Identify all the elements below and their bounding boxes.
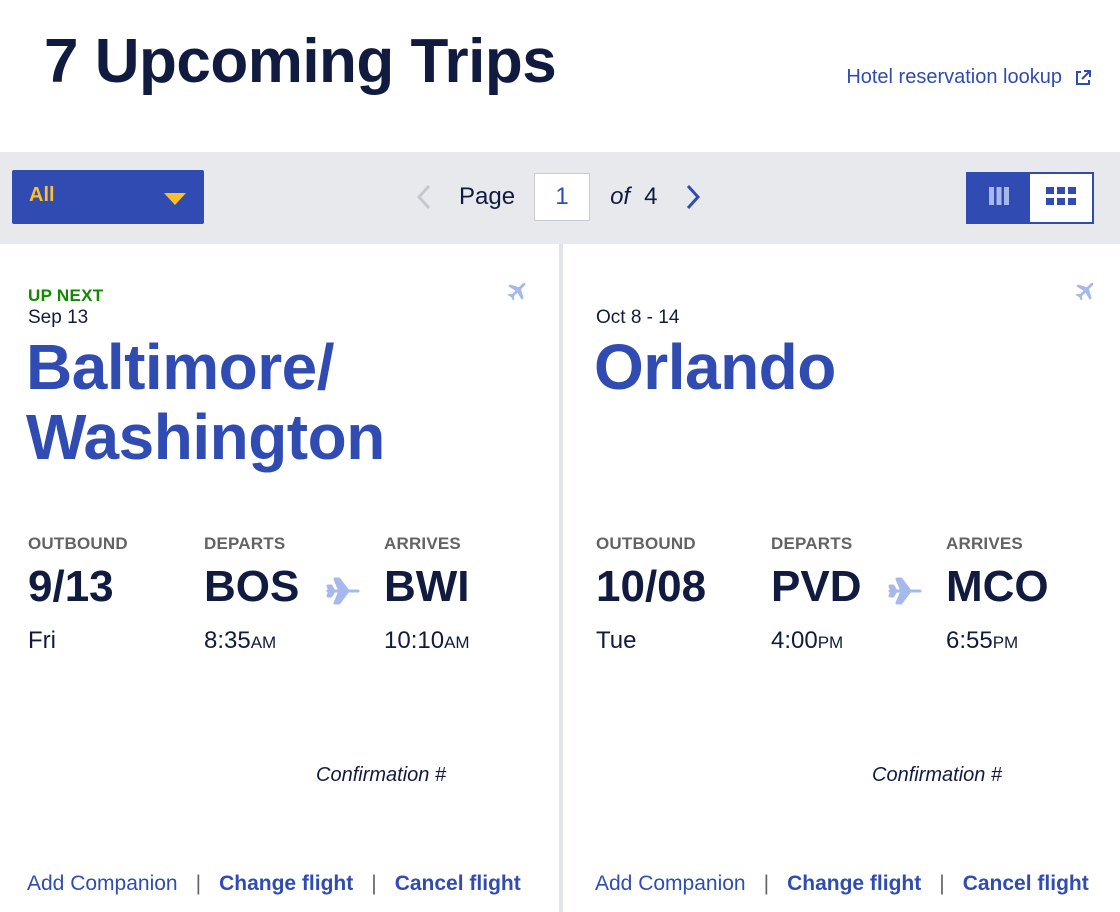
trip-destination: Baltimore/ Washington: [26, 332, 506, 472]
chevron-left-icon: [414, 183, 434, 211]
trips-toolbar: All Page of 4: [0, 152, 1120, 244]
flight-day: Tue: [596, 627, 637, 654]
page-title: 7 Upcoming Trips: [44, 27, 557, 96]
flight-day: Fri: [28, 627, 56, 654]
separator: |: [939, 872, 945, 895]
hotel-reservation-lookup-link[interactable]: Hotel reservation lookup: [846, 66, 1092, 89]
destination-line: Orlando: [594, 331, 836, 403]
outbound-label: OUTBOUND: [596, 534, 696, 553]
plane-icon: [888, 576, 924, 606]
plane-icon: [505, 280, 529, 304]
trip-actions: Add Companion | Change flight | Cancel f…: [27, 872, 521, 896]
add-companion-link[interactable]: Add Companion: [595, 872, 746, 896]
hotel-link-label: Hotel reservation lookup: [846, 66, 1062, 88]
total-pages: 4: [644, 183, 658, 210]
arrive-ampm: PM: [992, 633, 1019, 652]
depart-ampm: PM: [817, 633, 844, 652]
external-link-icon: [1074, 69, 1092, 87]
destination-line: Washington: [26, 401, 385, 473]
arrive-time: 10:10AM: [384, 627, 470, 655]
outbound-label: OUTBOUND: [28, 534, 128, 553]
page-label: Page: [459, 183, 516, 210]
trip-cards: UP NEXT Sep 13 Baltimore/ Washington OUT…: [0, 244, 1120, 912]
trip-date-range: Sep 13: [28, 307, 89, 328]
destination-airport: MCO: [946, 562, 1049, 611]
origin-airport: PVD: [771, 562, 862, 611]
arrives-label: ARRIVES: [946, 534, 1023, 553]
arrive-time-value: 6:55: [946, 627, 993, 654]
grid-view-icon: [1046, 186, 1076, 211]
pagination: Page of 4: [414, 170, 703, 224]
depart-ampm: AM: [250, 633, 277, 652]
flight-date: 9/13: [28, 562, 114, 611]
confirmation-label: Confirmation #: [316, 764, 447, 786]
separator: |: [371, 872, 377, 895]
destination-airport: BWI: [384, 562, 470, 611]
list-view-button[interactable]: [968, 174, 1030, 222]
cancel-flight-link[interactable]: Cancel flight: [395, 872, 521, 896]
arrive-ampm: AM: [444, 633, 470, 652]
destination-line: Baltimore/: [26, 331, 334, 403]
flight-date: 10/08: [596, 562, 707, 611]
of-label: of: [610, 183, 631, 210]
trip-card: UP NEXT Sep 13 Baltimore/ Washington OUT…: [0, 244, 559, 912]
departs-label: DEPARTS: [771, 534, 853, 553]
trip-filter-value: All: [29, 184, 55, 206]
confirmation-label: Confirmation #: [872, 764, 1003, 786]
depart-time: 8:35AM: [204, 627, 276, 655]
add-companion-link[interactable]: Add Companion: [27, 872, 178, 896]
origin-airport: BOS: [204, 562, 300, 611]
change-flight-link[interactable]: Change flight: [219, 872, 353, 896]
arrive-time: 6:55PM: [946, 627, 1018, 655]
trip-destination: Orlando: [594, 332, 1074, 402]
departs-label: DEPARTS: [204, 534, 286, 553]
chevron-right-icon[interactable]: [683, 183, 703, 211]
trip-actions: Add Companion | Change flight | Cancel f…: [595, 872, 1089, 896]
depart-time-value: 8:35: [204, 627, 251, 654]
list-view-icon: [988, 186, 1010, 211]
chevron-down-icon: [164, 192, 186, 205]
arrives-label: ARRIVES: [384, 534, 461, 553]
separator: |: [195, 872, 202, 895]
cancel-flight-link[interactable]: Cancel flight: [963, 872, 1089, 896]
trip-filter-select[interactable]: All: [12, 170, 204, 224]
separator: |: [763, 872, 770, 895]
depart-time-value: 4:00: [771, 627, 818, 654]
trip-card: Oct 8 - 14 Orlando OUTBOUND DEPARTS ARRI…: [563, 244, 1120, 912]
view-toggle: [966, 172, 1094, 224]
arrive-time-value: 10:10: [384, 627, 445, 654]
depart-time: 4:00PM: [771, 627, 843, 655]
change-flight-link[interactable]: Change flight: [787, 872, 921, 896]
page-number-input[interactable]: [534, 173, 591, 221]
plane-icon: [326, 576, 362, 606]
grid-view-button[interactable]: [1030, 174, 1092, 222]
plane-icon: [1073, 280, 1097, 304]
up-next-badge: UP NEXT: [28, 286, 104, 305]
trip-date-range: Oct 8 - 14: [596, 307, 680, 328]
